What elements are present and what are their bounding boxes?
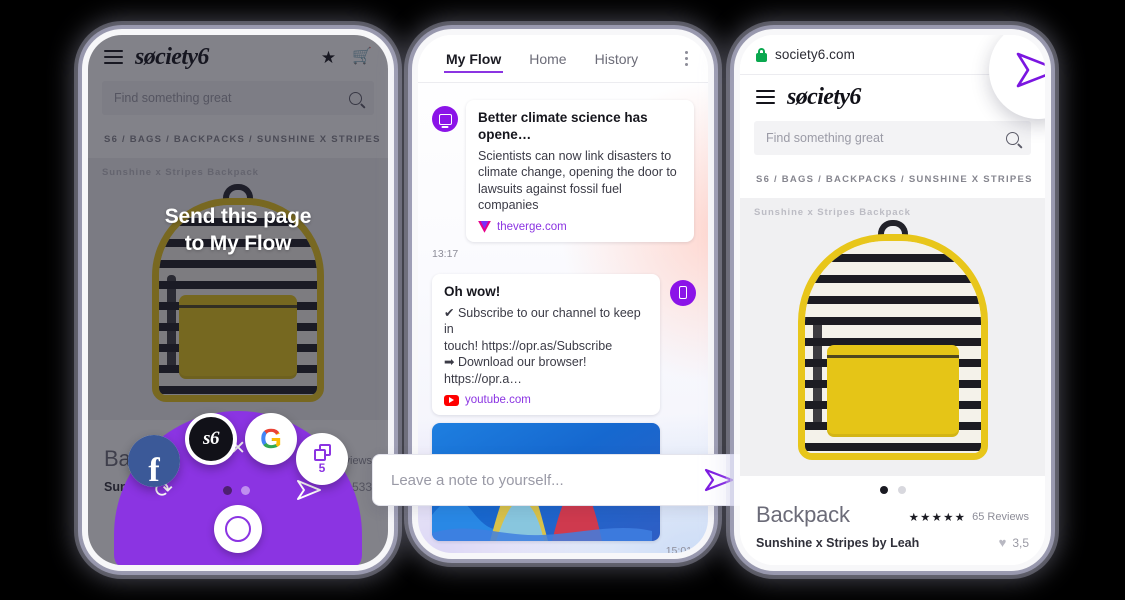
mobile-icon: [670, 279, 696, 306]
card-title: Better climate science has opene…: [478, 110, 648, 142]
facebook-glyph: f: [148, 451, 160, 487]
card-description-line1: ✔ Subscribe to our channel to keep in: [444, 305, 641, 337]
card-description-line2: touch! https://opr.as/Subscribe: [444, 338, 613, 353]
society6-icon: s6: [189, 417, 233, 461]
overlay-headline-line1: Send this page: [164, 205, 312, 228]
send-plane-icon[interactable]: [703, 467, 735, 493]
share-target-google[interactable]: G: [245, 413, 297, 465]
heart-icon[interactable]: ♥: [999, 535, 1007, 550]
flow-message-2: Oh wow! ✔ Subscribe to our channel to ke…: [432, 273, 696, 416]
desktop-icon: [432, 106, 458, 132]
tab-home[interactable]: Home: [515, 51, 580, 67]
phone-center-wrapper: My Flow Home History Better climate scie…: [372, 35, 754, 553]
tabs-icon: [313, 444, 331, 461]
product-title: Backpack: [756, 502, 850, 527]
like-block[interactable]: ♥ 3,5: [999, 535, 1029, 550]
backpack-illustration: [797, 220, 988, 460]
image-carousel-dots-right[interactable]: [740, 476, 1045, 498]
search-placeholder: Find something great: [766, 131, 884, 145]
card-description: Scientists can now link disasters to cli…: [478, 148, 677, 213]
screenshot-stage: søciety6 ★ 🛒 Find something great S6 / B…: [0, 0, 1125, 600]
search-input-right[interactable]: Find something great: [754, 121, 1031, 155]
product-image-caption: Sunshine x Stripes Backpack: [754, 207, 911, 218]
facebook-icon: f: [128, 435, 180, 487]
kebab-menu-icon[interactable]: [679, 45, 694, 72]
share-target-facebook[interactable]: f: [128, 435, 180, 487]
like-count: 3,5: [1012, 535, 1029, 550]
phone-left: søciety6 ★ 🛒 Find something great S6 / B…: [88, 35, 388, 565]
product-image-right[interactable]: Sunshine x Stripes Backpack: [740, 198, 1045, 476]
flow-message-1: Better climate science has opene… Scient…: [432, 100, 694, 242]
society6-page-left: søciety6 ★ 🛒 Find something great S6 / B…: [88, 35, 388, 565]
lock-icon: [756, 47, 767, 62]
note-input-bar[interactable]: Leave a note to yourself...: [372, 454, 754, 506]
star-rating: ★★★★★: [908, 512, 967, 524]
link-card-verge[interactable]: Better climate science has opene… Scient…: [466, 100, 694, 242]
message-timestamp-2: 15:01: [665, 545, 692, 553]
tab-count: 5: [318, 461, 326, 475]
flow-tabbar: My Flow Home History: [418, 35, 708, 83]
card-source-label: youtube.com: [465, 394, 531, 407]
product-byline: Sunshine x Stripes by Leah: [756, 535, 920, 550]
card-source-label: theverge.com: [497, 220, 567, 233]
product-info-right: Backpack ★★★★★ 65 Reviews Sunshine x Str…: [740, 498, 1045, 550]
google-icon: G: [260, 423, 282, 454]
card-source[interactable]: theverge.com: [478, 221, 682, 233]
overlay-headline: Send this page to My Flow: [88, 203, 388, 258]
url-text: society6.com: [775, 47, 855, 62]
overlay-headline-line2: to My Flow: [184, 232, 292, 256]
card-source[interactable]: youtube.com: [444, 394, 648, 406]
share-target-society6[interactable]: s6: [185, 413, 237, 465]
youtube-icon: [444, 394, 459, 406]
theverge-icon: [478, 221, 491, 233]
note-input-placeholder: Leave a note to yourself...: [391, 471, 564, 489]
society6-logo: søciety6: [787, 83, 861, 110]
society6-page-right: society6.com søciety6 Find something gre…: [740, 35, 1045, 565]
phone-right: society6.com søciety6 Find something gre…: [740, 35, 1045, 565]
capture-button-icon[interactable]: [214, 505, 262, 553]
dome-page-dots[interactable]: [222, 485, 250, 495]
rating-block[interactable]: ★★★★★ 65 Reviews: [909, 510, 1029, 528]
tab-history[interactable]: History: [581, 51, 653, 67]
search-icon[interactable]: [1006, 131, 1019, 145]
share-target-tabs[interactable]: 5: [296, 433, 348, 485]
link-card-youtube[interactable]: Oh wow! ✔ Subscribe to our channel to ke…: [432, 273, 660, 416]
message-timestamp-1: 13:17: [432, 247, 459, 260]
breadcrumb-right[interactable]: S6 / BAGS / BACKPACKS / SUNSHINE X STRIP…: [740, 155, 1045, 198]
review-count: 65 Reviews: [972, 511, 1029, 523]
card-description-line3: ➡ Download our browser! https://opr.a…: [444, 355, 587, 386]
card-title: Oh wow!: [444, 283, 501, 299]
send-plane-icon: [1016, 52, 1045, 88]
hamburger-icon[interactable]: [756, 90, 775, 104]
tab-my-flow[interactable]: My Flow: [432, 51, 515, 73]
